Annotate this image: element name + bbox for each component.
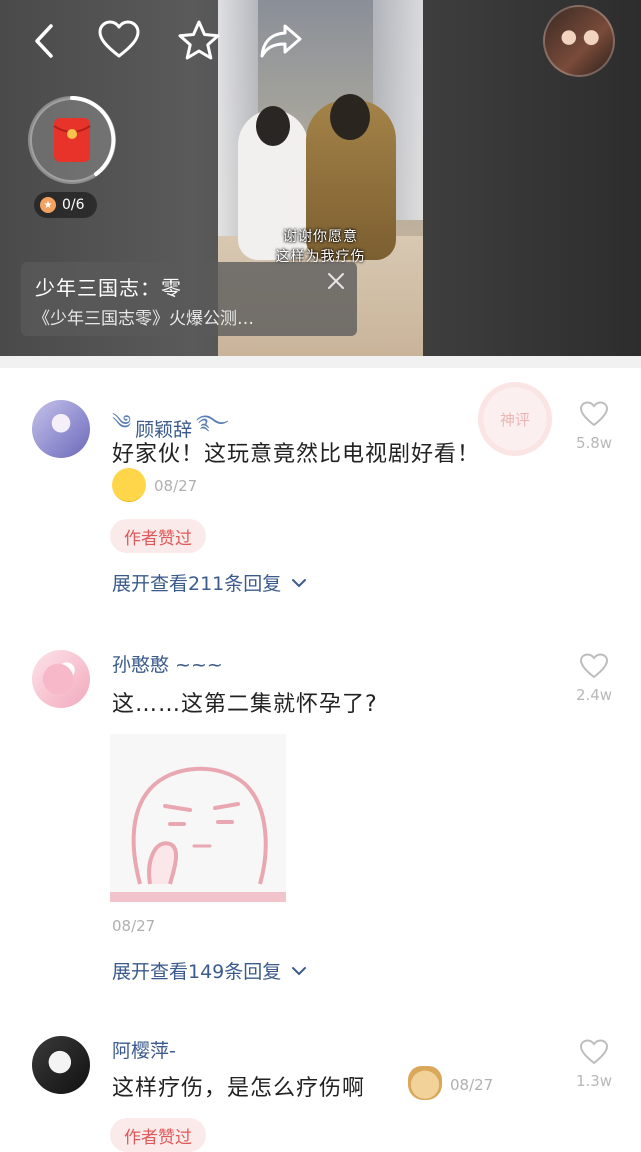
comment-date: 08/27 <box>450 1076 494 1094</box>
coin-icon: ★ <box>40 197 56 213</box>
chevron-down-icon <box>292 578 307 587</box>
heart-outline-icon <box>579 1039 609 1065</box>
like-count: 2.4w <box>575 686 613 704</box>
expand-replies-link[interactable]: 展开查看211条回复 <box>112 569 307 596</box>
comment-text: 这样疗伤，是怎么疗伤啊 <box>112 1076 366 1101</box>
doge-emoji-icon <box>408 1066 442 1100</box>
red-packet-progress: ★ 0/6 <box>34 192 97 218</box>
chevron-down-icon <box>292 966 307 975</box>
comment-username[interactable]: 孙憨憨 ~~~ <box>112 650 223 677</box>
author-liked-badge: 作者赞过 <box>110 1118 206 1152</box>
video-subtitle-line1: 谢谢你愿意 <box>283 229 358 245</box>
comment-text: 好家伙！这玩意竟然比电视剧好看！ <box>112 442 481 467</box>
red-packet-widget[interactable] <box>26 94 118 186</box>
ad-subtitle: 《少年三国志零》火爆公测… <box>33 309 254 329</box>
avatar[interactable] <box>32 400 90 458</box>
progress-text: 0/6 <box>62 197 85 213</box>
star-icon[interactable] <box>176 18 222 64</box>
thinking-face-sticker[interactable] <box>110 734 286 902</box>
back-arrow-icon[interactable] <box>22 18 68 64</box>
like-count: 5.8w <box>575 434 613 452</box>
heart-icon[interactable] <box>96 18 142 64</box>
author-liked-badge: 作者赞过 <box>110 519 206 553</box>
heart-outline-icon <box>579 653 609 679</box>
comment-list: 神评 ༄ 顾颖辞 ࿐ 好家伙！这玩意竟然比电视剧好看！ 08/27 作者赞过 展… <box>0 356 641 1152</box>
like-button[interactable]: 1.3w <box>572 1038 616 1090</box>
comment-text: 这……这第二集就怀孕了? <box>112 692 378 717</box>
author-avatar[interactable] <box>543 5 615 77</box>
laughing-emoji-icon <box>112 468 146 502</box>
close-icon[interactable] <box>325 270 347 292</box>
avatar[interactable] <box>32 650 90 708</box>
expand-replies-link[interactable]: 展开查看149条回复 <box>112 957 307 984</box>
avatar[interactable] <box>32 1036 90 1094</box>
like-button[interactable]: 5.8w <box>572 400 616 452</box>
share-icon[interactable] <box>258 18 304 64</box>
ad-title: 少年三国志：零 <box>35 276 182 300</box>
video-player[interactable]: 谢谢你愿意 这样为我疗伤 ★ 0/6 少年三国志：零 《少年三国志零》火爆公测… <box>0 0 641 356</box>
comment-username[interactable]: 阿樱萍- <box>112 1036 176 1063</box>
heart-outline-icon <box>579 401 609 427</box>
comment-date: 08/27 <box>112 917 156 935</box>
watermark-stamp: 神评 <box>478 382 552 456</box>
section-divider <box>0 356 641 368</box>
game-ad-card[interactable]: 少年三国志：零 《少年三国志零》火爆公测… <box>21 262 357 336</box>
comment-date: 08/27 <box>154 477 198 495</box>
like-count: 1.3w <box>575 1072 613 1090</box>
like-button[interactable]: 2.4w <box>572 652 616 704</box>
